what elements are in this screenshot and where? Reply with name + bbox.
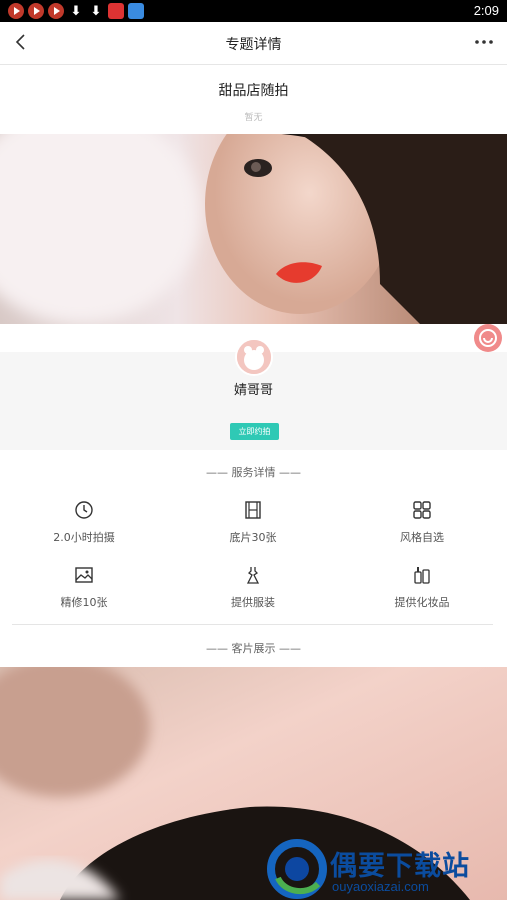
cosmetics-icon: [414, 567, 430, 584]
service-label: 风格自选: [400, 531, 444, 544]
play-icon: [8, 3, 24, 19]
service-label: 精修10张: [60, 596, 108, 609]
service-item: 风格自选: [338, 500, 506, 545]
status-bar: ⬇ ⬇ 2:09: [0, 0, 507, 22]
book-now-button[interactable]: 立即约拍: [230, 423, 279, 440]
dress-icon: [246, 567, 260, 584]
app-icon: [128, 3, 144, 19]
service-item: 底片30张: [169, 500, 337, 545]
page-title: 专题详情: [225, 37, 282, 53]
watermark-name: 偶要下载站: [330, 851, 470, 882]
play-icon: [28, 3, 44, 19]
watermark-logo: [267, 839, 327, 899]
notification-icons: ⬇ ⬇: [8, 3, 144, 19]
film-icon: [245, 501, 261, 519]
watermark: 偶要下载站 ouyaoxiazai.com: [262, 836, 507, 900]
service-item: 2.0小时拍摄: [0, 500, 168, 545]
service-item: 精修10张: [0, 565, 168, 610]
status-time: 2:09: [473, 3, 499, 18]
chat-bubble-icon[interactable]: [474, 324, 502, 352]
cover-photo: [0, 134, 507, 324]
service-label: 2.0小时拍摄: [53, 531, 115, 544]
topic-title: 甜品店随拍: [218, 83, 289, 99]
service-label: 提供化妆品: [394, 596, 450, 609]
play-icon: [48, 3, 64, 19]
avatar[interactable]: [235, 338, 273, 376]
topic-subtitle: 暂无: [244, 113, 263, 123]
service-label: 提供服装: [231, 596, 275, 609]
service-item: 提供化妆品: [338, 565, 506, 610]
services-heading: —— 服务详情 ——: [206, 466, 301, 479]
service-item: 提供服装: [169, 565, 337, 610]
watermark-url: ouyaoxiazai.com: [332, 879, 429, 894]
image-icon: [75, 567, 93, 583]
app-icon: [108, 3, 124, 19]
divider: [12, 624, 493, 625]
grid-icon: [413, 501, 431, 519]
service-label: 底片30张: [229, 531, 277, 544]
gallery-heading: —— 客片展示 ——: [206, 642, 301, 655]
more-dots-icon[interactable]: [471, 31, 497, 53]
download-icon: ⬇: [70, 3, 82, 19]
photographer-name: 婧哥哥: [233, 383, 273, 398]
download-icon: ⬇: [90, 3, 102, 19]
clock-icon: [75, 501, 93, 519]
avatar-image: [237, 340, 271, 374]
nav-bar: 专题详情: [0, 22, 507, 65]
